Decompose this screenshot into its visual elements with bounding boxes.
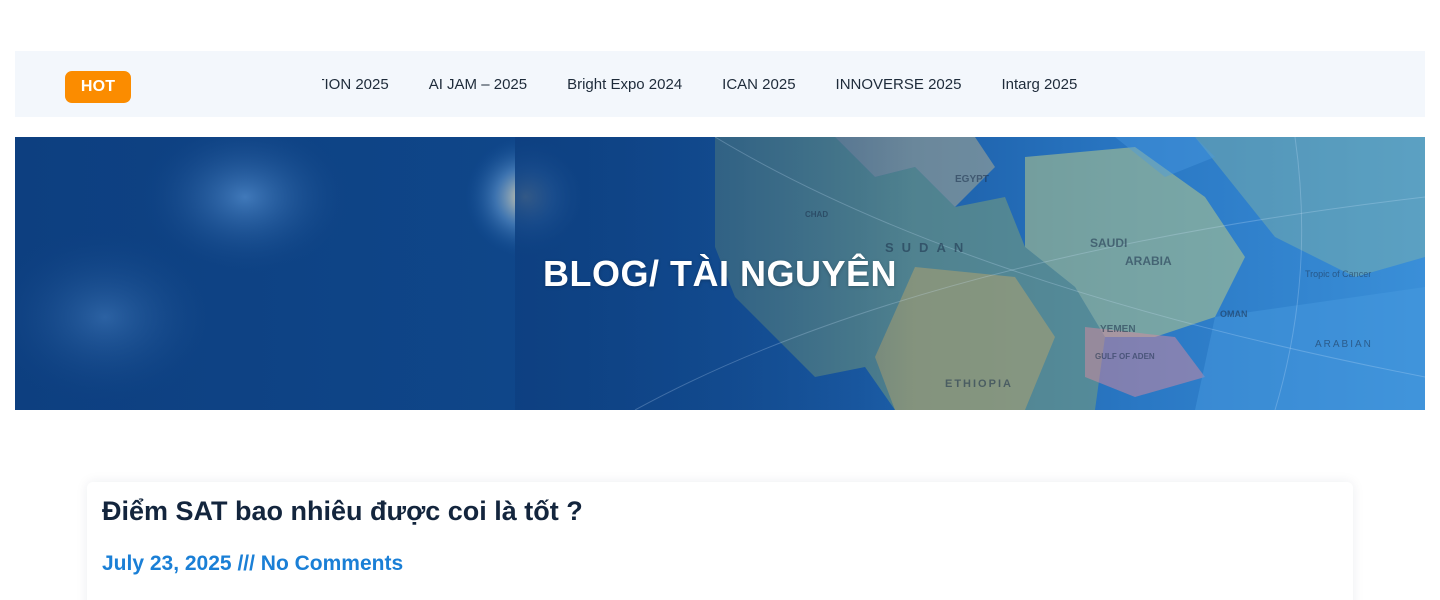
page-title: BLOG/ TÀI NGUYÊN — [542, 252, 897, 294]
ticker-item[interactable]: Bright Expo 2024 — [567, 76, 682, 93]
post-comments-link[interactable]: No Comments — [261, 552, 403, 575]
ticker-item[interactable]: AI JAM – 2025 — [429, 76, 527, 93]
ticker-item[interactable]: Intarg 2025 — [1001, 76, 1077, 93]
ticker-window: TITION 2025 AI JAM – 2025 Bright Expo 20… — [322, 51, 1202, 117]
hot-badge: HOT — [65, 71, 131, 103]
post-date-link[interactable]: July 23, 2025 — [102, 552, 232, 575]
ticker-item[interactable]: TITION 2025 — [322, 76, 389, 93]
page: HOT TITION 2025 AI JAM – 2025 Bright Exp… — [0, 0, 1440, 600]
ticker-item[interactable]: INNOVERSE 2025 — [836, 76, 962, 93]
post-title-link[interactable]: Điểm SAT bao nhiêu được coi là tốt ? — [102, 496, 583, 527]
meta-separator: /// — [231, 552, 261, 575]
ticker-item[interactable]: ICAN 2025 — [722, 76, 795, 93]
post-meta: July 23, 2025 /// No Comments — [102, 552, 403, 576]
blog-post-card: Điểm SAT bao nhiêu được coi là tốt ? Jul… — [87, 482, 1353, 600]
ticker-track: TITION 2025 AI JAM – 2025 Bright Expo 20… — [322, 51, 1117, 117]
news-ticker: HOT TITION 2025 AI JAM – 2025 Bright Exp… — [15, 51, 1425, 117]
hero-banner: EGYPT SUDAN SAUDI ARABIA ETHIOPIA OMAN Y… — [15, 137, 1425, 410]
